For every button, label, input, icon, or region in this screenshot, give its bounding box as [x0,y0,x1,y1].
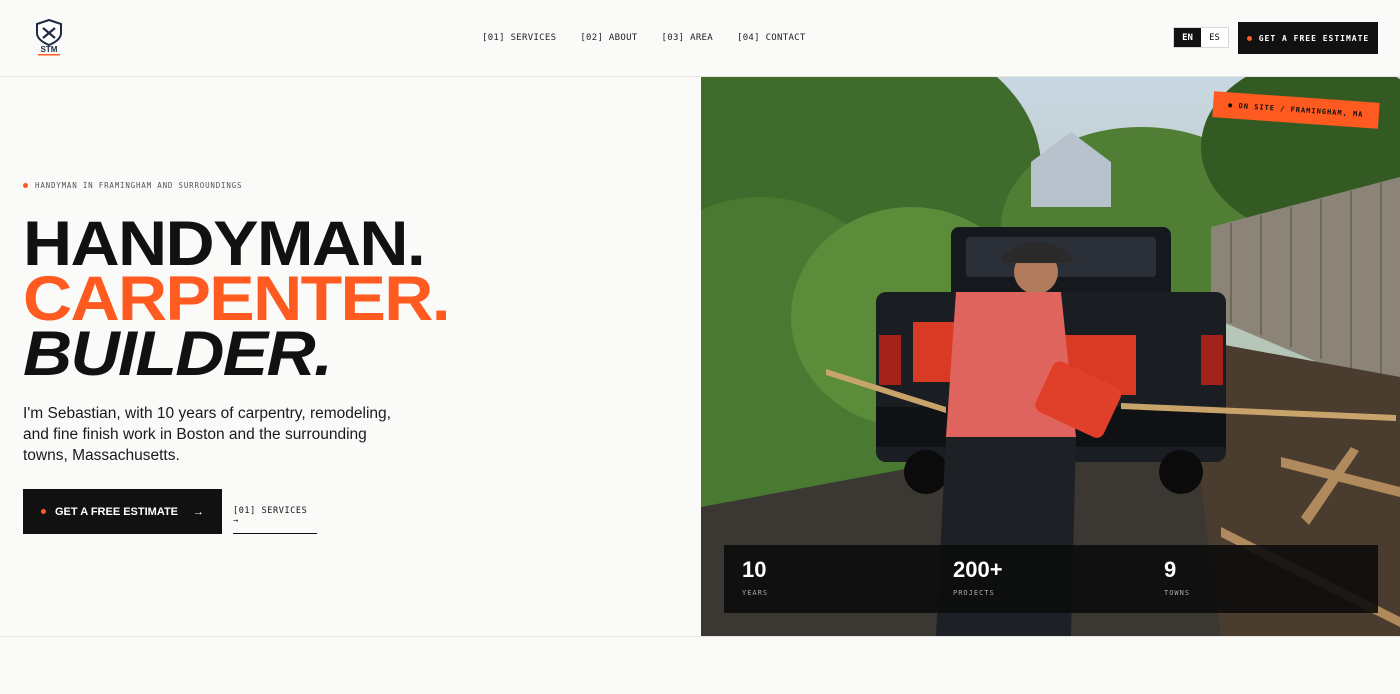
nav-about[interactable]: [02] ABOUT [580,33,637,43]
eyebrow-text: HANDYMAN IN FRAMINGHAM AND SURROUNDINGS [35,181,243,190]
nav-area[interactable]: [03] AREA [662,33,713,43]
stm-logo[interactable]: STM [34,19,64,57]
stat-projects-value: 200+ [953,557,1003,582]
language-switcher: EN ES [1173,27,1229,48]
on-site-badge-text: ON SITE / FRAMINGHAM, MA [1238,101,1364,119]
headline-builder: BUILDER. [23,319,333,389]
badge-dot-icon [1228,103,1233,108]
accent-dot-icon [40,509,46,514]
header-estimate-label: GET A FREE ESTIMATE [1258,33,1370,43]
services-link[interactable]: [01] SERVICES → [233,506,317,534]
section-divider [0,636,1400,637]
header-estimate-button[interactable]: GET A FREE ESTIMATE [1238,22,1378,54]
stat-projects-label: PROJECTS [953,589,995,597]
stat-years-value: 10 [742,557,767,582]
accent-dot-icon [23,183,28,188]
stat-years-label: YEARS [742,589,769,597]
nav-contact[interactable]: [04] CONTACT [737,33,806,43]
site-header: STM [01] SERVICES [02] ABOUT [03] AREA [… [0,0,1400,77]
stat-towns: 9 TOWNS [1164,557,1191,598]
stats-bar: 10 YEARS 200+ PROJECTS 9 TOWNS [724,545,1378,613]
logo-text: STM [41,45,58,54]
arrow-right-icon: → [193,505,205,518]
stat-years: 10 YEARS [742,557,769,598]
hero-estimate-label: GET A FREE ESTIMATE [54,505,179,518]
stat-projects: 200+ PROJECTS [953,557,1003,598]
hero-lead: I'm Sebastian, with 10 years of carpentr… [23,405,391,464]
hero-estimate-button[interactable]: GET A FREE ESTIMATE → [23,489,222,534]
nav-services[interactable]: [01] SERVICES [482,33,556,43]
lang-en-button[interactable]: EN [1174,28,1201,47]
stat-towns-label: TOWNS [1164,589,1191,597]
accent-dot-icon [1246,35,1252,41]
stat-towns-value: 9 [1164,557,1177,582]
hero-eyebrow: HANDYMAN IN FRAMINGHAM AND SURROUNDINGS [23,181,242,190]
lang-es-button[interactable]: ES [1201,28,1228,47]
main-nav: [01] SERVICES [02] ABOUT [03] AREA [04] … [482,33,806,43]
